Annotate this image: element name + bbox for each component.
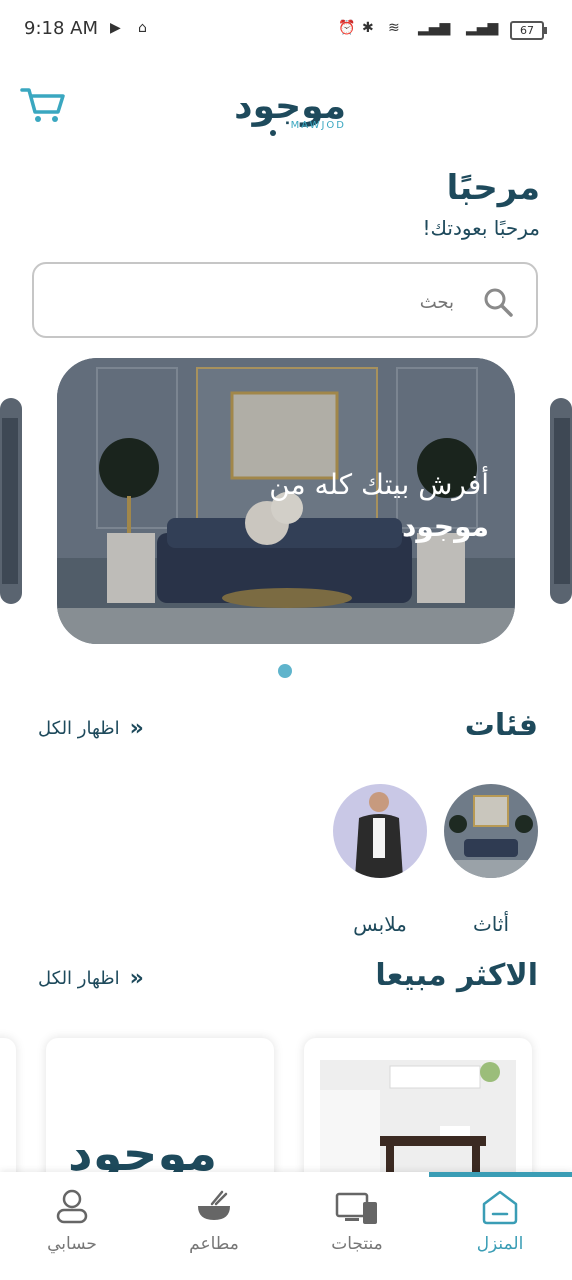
category-label-clothes: ملابس [353,912,407,936]
banner-slide-prev[interactable] [0,398,22,604]
greeting-title: مرحبًا [446,168,540,208]
category-furniture[interactable] [444,784,538,878]
nav-products[interactable]: منتجات [307,1188,407,1268]
show-all-label: اظهار الكل [38,968,120,989]
nav-home[interactable]: المنزل [450,1188,550,1268]
product-image: موجود [62,1060,258,1188]
search-icon[interactable] [482,286,514,318]
bottom-navigation: المنزل منتجات مطاعم حسابي [0,1172,572,1280]
home-icon [482,1190,518,1225]
carousel-dot-active[interactable] [278,664,292,678]
nav-account-label: حسابي [47,1234,97,1254]
best-sellers-title: الاكثر مبيعا [375,958,538,993]
user-icon [56,1189,88,1224]
products-icon [335,1192,377,1224]
mosque-icon: ⌂ [138,20,147,36]
app-logo: موجود MAWJOD [226,86,347,138]
search-box[interactable] [32,262,538,338]
side-table-image [320,1060,516,1188]
nav-account[interactable]: حسابي [22,1188,122,1268]
search-input[interactable] [112,286,456,318]
cart-icon [20,88,65,122]
banner-brand: موجود [402,510,489,543]
nav-restaurants[interactable]: مطاعم [164,1188,264,1268]
logo-subtitle: MAWJOD [290,120,346,131]
double-chevron-left-icon: « [129,716,144,741]
battery-indicator: 67 [510,21,547,40]
categories-show-all[interactable]: « اظهار الكل [38,716,144,741]
product-card[interactable] [304,1038,532,1188]
category-clothes[interactable] [333,784,427,878]
nav-products-label: منتجات [331,1234,383,1254]
banner-headline: أفرش بيتك كله من [269,468,489,501]
best-sellers-show-all[interactable]: « اظهار الكل [38,966,144,991]
bluetooth-icon: ✱ [362,20,374,36]
play-icon: ▶ [110,20,121,36]
banner-carousel[interactable]: أفرش بيتك كله من موجود [0,358,572,648]
clothes-thumbnail [333,784,427,878]
greeting-subtitle: مرحبًا بعودتك! [422,216,541,240]
furniture-thumbnail [444,784,538,878]
category-label-furniture: أثاث [472,912,510,936]
restaurant-icon [198,1190,230,1220]
product-card[interactable]: موجود [46,1038,274,1188]
product-card-partial[interactable] [0,1038,16,1188]
nav-home-label: المنزل [476,1234,524,1254]
categories-title: فئات [464,708,538,743]
alarm-icon: ⏰ [338,20,356,36]
product-image [320,1060,516,1188]
living-room-image [57,358,515,644]
signal-icon: ▂▄▆ [418,20,451,36]
double-chevron-left-icon: « [129,966,144,991]
wifi-icon: ≋ [388,20,400,36]
logo-dot [270,130,276,136]
signal2-icon: ▂▄▆ [466,20,499,36]
nav-restaurants-label: مطاعم [189,1234,239,1254]
cart-button[interactable] [20,84,66,124]
status-time: 9:18 AM [24,18,98,39]
banner-slide[interactable]: أفرش بيتك كله من موجود [57,358,515,644]
status-bar: 9:18 AM ▶ ⌂ ⏰ ✱ ≋ ▂▄▆ ▂▄▆ 67 [0,0,572,60]
show-all-label: اظهار الكل [38,718,120,739]
banner-slide-next[interactable] [550,398,572,604]
active-tab-indicator [429,1172,572,1177]
